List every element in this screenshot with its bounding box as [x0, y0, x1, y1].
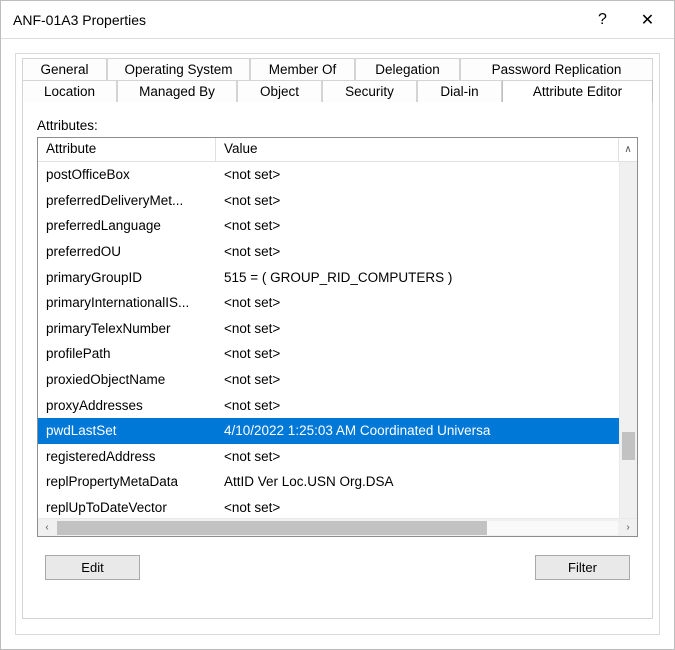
- scroll-right-button[interactable]: ›: [619, 519, 637, 537]
- edit-button[interactable]: Edit: [45, 555, 140, 580]
- tab-panel: General Operating System Member Of Deleg…: [15, 53, 660, 635]
- attribute-name-cell: preferredLanguage: [38, 218, 216, 233]
- table-row[interactable]: primaryInternationalIS...<not set>: [38, 290, 637, 316]
- tab-password-replication[interactable]: Password Replication: [460, 58, 653, 80]
- titlebar: ANF-01A3 Properties ? ✕: [1, 1, 674, 39]
- table-row[interactable]: profilePath<not set>: [38, 341, 637, 367]
- scroll-left-button[interactable]: ‹: [38, 519, 56, 537]
- close-button[interactable]: ✕: [625, 5, 670, 35]
- attributes-label: Attributes:: [37, 118, 638, 133]
- table-row[interactable]: primaryGroupID515 = ( GROUP_RID_COMPUTER…: [38, 264, 637, 290]
- column-headers: Attribute Value ∧: [38, 138, 637, 162]
- attribute-name-cell: pwdLastSet: [38, 423, 216, 438]
- tab-location[interactable]: Location: [22, 80, 117, 102]
- tab-row-1: General Operating System Member Of Deleg…: [22, 58, 653, 80]
- tab-attribute-editor[interactable]: Attribute Editor: [502, 80, 653, 102]
- table-row[interactable]: preferredDeliveryMet...<not set>: [38, 188, 637, 214]
- tab-security[interactable]: Security: [322, 80, 417, 102]
- chevron-left-icon: ‹: [45, 522, 48, 533]
- tab-object[interactable]: Object: [237, 80, 322, 102]
- client-area: General Operating System Member Of Deleg…: [1, 39, 674, 649]
- properties-dialog: ANF-01A3 Properties ? ✕ General Operatin…: [0, 0, 675, 650]
- horizontal-scroll-track[interactable]: [57, 521, 618, 535]
- table-row[interactable]: replPropertyMetaData AttID Ver Loc.USN O…: [38, 469, 637, 495]
- help-button[interactable]: ?: [580, 5, 625, 35]
- vertical-scrollbar[interactable]: [619, 162, 637, 518]
- attribute-name-cell: primaryTelexNumber: [38, 321, 216, 336]
- attribute-value-cell: <not set>: [216, 500, 637, 515]
- window-title: ANF-01A3 Properties: [13, 12, 580, 28]
- attribute-value-cell: <not set>: [216, 193, 637, 208]
- attribute-value-cell: <not set>: [216, 346, 637, 361]
- attribute-name-cell: profilePath: [38, 346, 216, 361]
- table-row[interactable]: replUpToDateVector<not set>: [38, 495, 637, 518]
- vertical-scroll-thumb[interactable]: [622, 432, 635, 460]
- column-header-value[interactable]: Value: [216, 138, 619, 162]
- attribute-value-cell: <not set>: [216, 449, 637, 464]
- attribute-name-cell: replUpToDateVector: [38, 500, 216, 515]
- attribute-name-cell: preferredOU: [38, 244, 216, 259]
- table-row[interactable]: proxyAddresses<not set>: [38, 392, 637, 418]
- attribute-value-cell: <not set>: [216, 218, 637, 233]
- attribute-name-cell: postOfficeBox: [38, 167, 216, 182]
- table-row[interactable]: registeredAddress<not set>: [38, 444, 637, 470]
- attribute-value-cell: <not set>: [216, 244, 637, 259]
- attribute-name-cell: primaryGroupID: [38, 270, 216, 285]
- attribute-value-cell: 515 = ( GROUP_RID_COMPUTERS ): [216, 270, 637, 285]
- button-row: Edit Filter: [37, 555, 638, 580]
- table-row[interactable]: preferredOU<not set>: [38, 239, 637, 265]
- attributes-listview[interactable]: Attribute Value ∧ postOfficeBox<not set>…: [37, 137, 638, 537]
- chevron-up-icon: ∧: [624, 144, 631, 155]
- attribute-value-cell: <not set>: [216, 321, 637, 336]
- attribute-value-cell: <not set>: [216, 295, 637, 310]
- attribute-name-cell: preferredDeliveryMet...: [38, 193, 216, 208]
- tab-operating-system[interactable]: Operating System: [107, 58, 250, 80]
- tab-dial-in[interactable]: Dial-in: [417, 80, 502, 102]
- table-row[interactable]: proxiedObjectName<not set>: [38, 367, 637, 393]
- table-row[interactable]: pwdLastSet4/10/2022 1:25:03 AM Coordinat…: [38, 418, 637, 444]
- attribute-name-cell: proxiedObjectName: [38, 372, 216, 387]
- chevron-right-icon: ›: [626, 522, 629, 533]
- list-body[interactable]: postOfficeBox<not set>preferredDeliveryM…: [38, 162, 637, 518]
- table-row[interactable]: primaryTelexNumber<not set>: [38, 316, 637, 342]
- attribute-name-cell: primaryInternationalIS...: [38, 295, 216, 310]
- attribute-value-cell: AttID Ver Loc.USN Org.DSA: [216, 474, 637, 489]
- horizontal-scrollbar[interactable]: ‹ ›: [38, 518, 637, 536]
- table-row[interactable]: preferredLanguage<not set>: [38, 213, 637, 239]
- attribute-name-cell: proxyAddresses: [38, 398, 216, 413]
- attribute-value-cell: <not set>: [216, 372, 637, 387]
- tab-strip: General Operating System Member Of Deleg…: [22, 58, 653, 102]
- attribute-name-cell: registeredAddress: [38, 449, 216, 464]
- attribute-value-cell: <not set>: [216, 167, 637, 182]
- column-header-attribute[interactable]: Attribute: [38, 138, 216, 162]
- tab-member-of[interactable]: Member Of: [250, 58, 355, 80]
- tab-row-2: Location Managed By Object Security Dial…: [22, 80, 653, 102]
- attribute-value-cell: 4/10/2022 1:25:03 AM Coordinated Univers…: [216, 423, 637, 438]
- attribute-name-cell: replPropertyMetaData: [38, 474, 216, 489]
- tab-general[interactable]: General: [22, 58, 107, 80]
- tab-delegation[interactable]: Delegation: [355, 58, 460, 80]
- horizontal-scroll-thumb[interactable]: [57, 521, 487, 535]
- filter-button[interactable]: Filter: [535, 555, 630, 580]
- attribute-value-cell: <not set>: [216, 398, 637, 413]
- tab-managed-by[interactable]: Managed By: [117, 80, 237, 102]
- tab-content-attribute-editor: Attributes: Attribute Value ∧ postOffice…: [22, 101, 653, 619]
- scroll-up-button[interactable]: ∧: [619, 138, 637, 162]
- table-row[interactable]: postOfficeBox<not set>: [38, 162, 637, 188]
